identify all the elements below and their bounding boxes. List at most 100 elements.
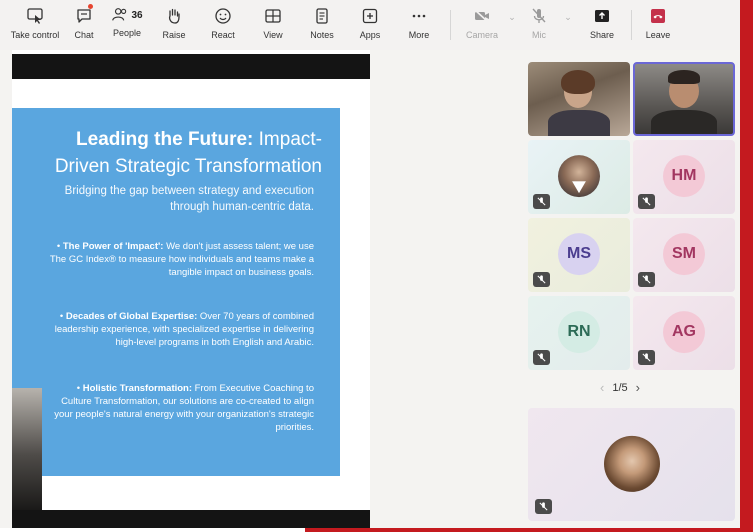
active-speaker-video-tile[interactable] <box>633 62 735 136</box>
slide-content-panel: Leading the Future: Impact- Driven Strat… <box>12 108 340 476</box>
avatar-initials-rn: RN <box>558 311 600 354</box>
take-control-icon <box>27 8 43 24</box>
notes-icon <box>316 8 328 24</box>
meeting-toolbar: Take control Chat 36 People Raise React … <box>0 0 740 50</box>
avatar-initials-ms: MS <box>558 233 600 276</box>
gallery-pager: ‹ 1/5 › <box>600 380 640 395</box>
shared-screen[interactable]: Leading the Future: Impact- Driven Strat… <box>12 50 370 528</box>
participant-hair <box>561 70 595 94</box>
next-page-chevron-icon[interactable]: › <box>636 380 640 395</box>
slide-title-bold: Leading the Future: <box>76 129 254 150</box>
muted-indicator <box>533 350 550 365</box>
more-button[interactable]: More <box>394 0 444 50</box>
leave-label: Leave <box>645 30 671 40</box>
participant-tile-ag[interactable]: AG <box>633 296 735 370</box>
muted-indicator <box>638 194 655 209</box>
avatar-initials-hm: HM <box>663 155 705 198</box>
avatar-initials-sm: SM <box>663 233 705 276</box>
slide-bullet-1: • The Power of 'Impact': We don't just a… <box>49 241 314 278</box>
smiley-icon <box>215 8 231 24</box>
raise-hand-icon <box>169 8 180 24</box>
react-button[interactable]: React <box>198 0 248 50</box>
people-count: 36 <box>131 9 143 21</box>
mic-options-chevron-icon[interactable]: ⌄ <box>557 12 579 23</box>
view-button[interactable]: View <box>248 0 298 50</box>
muted-indicator <box>535 499 552 514</box>
mic-off-icon <box>532 8 546 23</box>
share-button[interactable]: Share <box>579 0 625 50</box>
slide-top-bar <box>12 54 370 79</box>
muted-indicator <box>533 194 550 209</box>
mic-off-icon <box>539 502 548 511</box>
notes-button[interactable]: Notes <box>298 0 346 50</box>
avatar-shirt <box>572 181 586 194</box>
camera-off-icon <box>474 9 489 23</box>
camera-options-chevron-icon[interactable]: ⌄ <box>503 12 521 23</box>
leave-button[interactable]: Leave <box>638 0 678 50</box>
take-control-button[interactable]: Take control <box>6 0 64 50</box>
add-apps-icon <box>362 8 378 24</box>
self-avatar <box>603 435 660 492</box>
slide-bottom-bar <box>12 510 370 528</box>
participant-video-tile[interactable] <box>528 62 630 136</box>
raise-label: Raise <box>162 30 186 40</box>
grid-view-icon <box>265 9 281 23</box>
share-label: Share <box>589 30 615 40</box>
speaker-hair <box>668 70 700 84</box>
muted-indicator <box>533 272 550 287</box>
frame-bottom-left <box>0 528 305 532</box>
notes-label: Notes <box>310 30 334 40</box>
camera-label: Camera <box>465 30 498 40</box>
take-control-label: Take control <box>10 30 60 40</box>
mic-off-icon <box>537 275 546 284</box>
hang-up-icon <box>651 9 665 23</box>
slide-subtitle: Bridging the gap between strategy and ex… <box>64 185 314 213</box>
slide-title: Leading the Future: Impact- Driven Strat… <box>12 126 322 180</box>
chat-label: Chat <box>74 30 94 40</box>
mic-label: Mic <box>532 30 546 40</box>
people-label: People <box>112 28 142 38</box>
bullet-3-heading: Holistic Transformation: <box>82 383 193 394</box>
mic-off-icon <box>537 353 546 362</box>
mic-button[interactable]: Mic <box>521 0 557 50</box>
chat-button[interactable]: Chat <box>64 0 104 50</box>
people-button[interactable]: 36 People <box>104 0 150 50</box>
participant-tile-hm[interactable]: HM <box>633 140 735 214</box>
participant-tile-rn[interactable]: RN <box>528 296 630 370</box>
muted-indicator <box>638 272 655 287</box>
slide-photo-fragment <box>12 388 42 510</box>
slide-title-rest: Impact- <box>253 129 322 150</box>
bullet-1-heading: The Power of 'Impact': <box>62 241 164 252</box>
people-icon <box>112 8 127 21</box>
mic-off-icon <box>642 353 651 362</box>
toolbar-divider-2 <box>631 10 632 40</box>
slide-title-line-2: Driven Strategic Transformation <box>54 156 322 177</box>
avatar-initials-ag: AG <box>663 311 705 354</box>
apps-button[interactable]: Apps <box>346 0 394 50</box>
apps-label: Apps <box>359 30 381 40</box>
more-dots-icon <box>412 14 426 18</box>
raise-hand-button[interactable]: Raise <box>150 0 198 50</box>
slide-title-line-1: Leading the Future: Impact- <box>12 126 322 153</box>
participant-tile-sm[interactable]: SM <box>633 218 735 292</box>
camera-button[interactable]: Camera <box>461 0 503 50</box>
previous-page-chevron-icon[interactable]: ‹ <box>600 380 604 395</box>
participant-body <box>548 110 610 136</box>
participant-tile-ms[interactable]: MS <box>528 218 630 292</box>
muted-indicator <box>638 350 655 365</box>
speaker-body <box>651 110 717 134</box>
participant-tile-photo[interactable] <box>528 140 630 214</box>
slide-bullet-2: • Decades of Global Expertise: Over 70 y… <box>54 311 314 348</box>
toolbar-divider <box>450 10 451 40</box>
self-view-tile[interactable] <box>528 408 735 521</box>
react-label: React <box>211 30 235 40</box>
mic-off-icon <box>642 275 651 284</box>
slide-bullet-3: • Holistic Transformation: From Executiv… <box>54 383 314 433</box>
share-screen-icon <box>595 10 609 22</box>
chat-unread-dot <box>88 4 93 9</box>
mic-off-icon <box>642 197 651 206</box>
mic-off-icon <box>537 197 546 206</box>
red-frame-right <box>740 0 753 532</box>
avatar <box>558 155 600 198</box>
bullet-2-heading: Decades of Global Expertise: <box>65 311 198 322</box>
